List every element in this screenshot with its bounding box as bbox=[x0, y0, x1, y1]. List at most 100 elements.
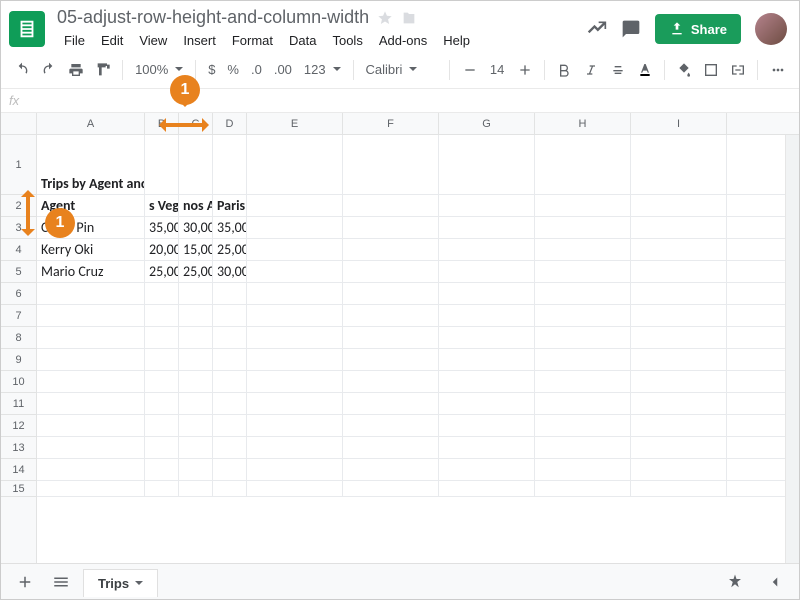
cell[interactable] bbox=[631, 415, 727, 436]
cell[interactable] bbox=[439, 135, 535, 194]
menu-view[interactable]: View bbox=[132, 30, 174, 51]
column-header-I[interactable]: I bbox=[631, 113, 727, 134]
cell[interactable] bbox=[145, 393, 179, 414]
cell[interactable] bbox=[439, 261, 535, 282]
row-header-11[interactable]: 11 bbox=[1, 393, 36, 415]
cell[interactable] bbox=[535, 459, 631, 480]
cell[interactable] bbox=[213, 327, 247, 348]
cell[interactable] bbox=[535, 481, 631, 496]
cell[interactable] bbox=[37, 283, 145, 304]
merge-cells-button[interactable] bbox=[726, 57, 749, 83]
star-icon[interactable] bbox=[377, 10, 393, 26]
paint-format-button[interactable] bbox=[91, 57, 114, 83]
cell[interactable] bbox=[37, 371, 145, 392]
menu-data[interactable]: Data bbox=[282, 30, 323, 51]
cell[interactable] bbox=[439, 371, 535, 392]
cell[interactable] bbox=[213, 305, 247, 326]
cell[interactable] bbox=[247, 459, 343, 480]
cell[interactable] bbox=[247, 481, 343, 496]
cell[interactable] bbox=[535, 305, 631, 326]
share-button[interactable]: Share bbox=[655, 14, 741, 44]
cell[interactable] bbox=[631, 195, 727, 216]
cell[interactable]: Trips by Agent and City bbox=[37, 135, 145, 194]
undo-button[interactable] bbox=[11, 57, 34, 83]
cell[interactable] bbox=[145, 135, 179, 194]
cell[interactable] bbox=[37, 349, 145, 370]
cell[interactable] bbox=[247, 415, 343, 436]
cell[interactable] bbox=[247, 371, 343, 392]
cell[interactable] bbox=[631, 437, 727, 458]
cell[interactable]: nos A bbox=[179, 195, 213, 216]
cell[interactable] bbox=[247, 239, 343, 260]
spreadsheet-grid[interactable]: ABCDEFGHI 123456789101112131415 Trips by… bbox=[1, 113, 799, 581]
cell[interactable] bbox=[213, 415, 247, 436]
cell[interactable] bbox=[343, 327, 439, 348]
formula-bar[interactable]: fx bbox=[1, 89, 799, 113]
cell[interactable] bbox=[535, 283, 631, 304]
cell[interactable] bbox=[247, 349, 343, 370]
cell[interactable] bbox=[145, 327, 179, 348]
row-header-12[interactable]: 12 bbox=[1, 415, 36, 437]
italic-button[interactable] bbox=[580, 57, 603, 83]
cell[interactable]: Mario Cruz bbox=[37, 261, 145, 282]
menu-tools[interactable]: Tools bbox=[325, 30, 369, 51]
cell[interactable] bbox=[145, 283, 179, 304]
menu-file[interactable]: File bbox=[57, 30, 92, 51]
cell[interactable] bbox=[247, 283, 343, 304]
font-size-increase[interactable] bbox=[513, 57, 536, 83]
cell[interactable] bbox=[37, 437, 145, 458]
cell[interactable] bbox=[631, 459, 727, 480]
cell[interactable] bbox=[343, 195, 439, 216]
column-header-D[interactable]: D bbox=[213, 113, 247, 134]
row-header-10[interactable]: 10 bbox=[1, 371, 36, 393]
cell[interactable] bbox=[535, 371, 631, 392]
row-header-13[interactable]: 13 bbox=[1, 437, 36, 459]
cell[interactable] bbox=[631, 481, 727, 496]
cell[interactable]: 35,00 bbox=[213, 217, 247, 238]
cell[interactable] bbox=[179, 415, 213, 436]
cell[interactable] bbox=[535, 327, 631, 348]
cell[interactable] bbox=[37, 481, 145, 496]
print-button[interactable] bbox=[65, 57, 88, 83]
cell[interactable] bbox=[213, 437, 247, 458]
cell[interactable] bbox=[37, 305, 145, 326]
cell[interactable] bbox=[631, 261, 727, 282]
cell[interactable] bbox=[37, 415, 145, 436]
explore-trend-icon[interactable] bbox=[587, 19, 607, 39]
cell[interactable] bbox=[179, 371, 213, 392]
cell[interactable] bbox=[247, 217, 343, 238]
side-panel-toggle[interactable] bbox=[761, 568, 789, 596]
cell[interactable] bbox=[535, 135, 631, 194]
cell[interactable] bbox=[343, 371, 439, 392]
cell[interactable] bbox=[343, 239, 439, 260]
redo-button[interactable] bbox=[38, 57, 61, 83]
cell[interactable] bbox=[631, 371, 727, 392]
more-formats-button[interactable]: 123 bbox=[300, 62, 345, 77]
cell[interactable] bbox=[179, 327, 213, 348]
add-sheet-button[interactable] bbox=[11, 568, 39, 596]
menu-addons[interactable]: Add-ons bbox=[372, 30, 434, 51]
cell[interactable]: 25,00 bbox=[213, 239, 247, 260]
cell[interactable] bbox=[439, 239, 535, 260]
cell[interactable] bbox=[343, 459, 439, 480]
cell[interactable]: 25,00 bbox=[179, 261, 213, 282]
all-sheets-button[interactable] bbox=[47, 568, 75, 596]
decrease-decimal-button[interactable]: .0 bbox=[247, 62, 266, 77]
menu-help[interactable]: Help bbox=[436, 30, 477, 51]
cell[interactable] bbox=[535, 261, 631, 282]
cell[interactable] bbox=[631, 217, 727, 238]
cell[interactable] bbox=[213, 283, 247, 304]
cell[interactable] bbox=[179, 393, 213, 414]
folder-icon[interactable] bbox=[401, 10, 417, 26]
cell[interactable] bbox=[247, 261, 343, 282]
increase-decimal-button[interactable]: .00 bbox=[270, 62, 296, 77]
cell[interactable] bbox=[631, 393, 727, 414]
select-all-corner[interactable] bbox=[1, 113, 37, 135]
row-header-6[interactable]: 6 bbox=[1, 283, 36, 305]
cell[interactable]: Paris bbox=[213, 195, 247, 216]
cell[interactable] bbox=[343, 283, 439, 304]
text-color-button[interactable] bbox=[633, 57, 656, 83]
font-select[interactable]: Calibri bbox=[361, 62, 441, 77]
cell[interactable] bbox=[343, 481, 439, 496]
column-header-H[interactable]: H bbox=[535, 113, 631, 134]
